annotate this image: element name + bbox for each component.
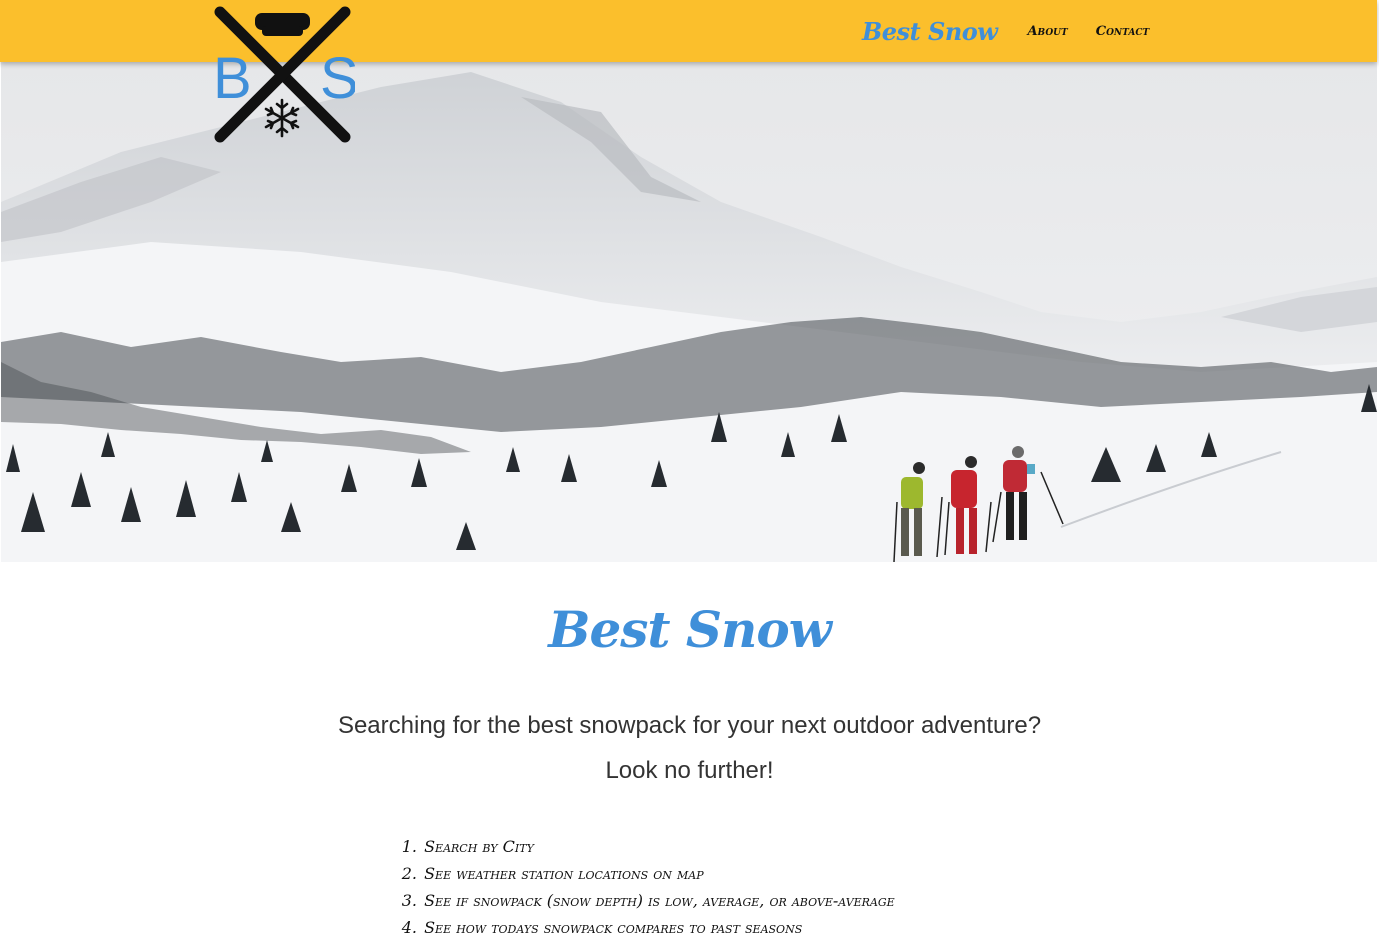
feature-item: 1. Search by City xyxy=(393,833,895,860)
feature-number: 4. xyxy=(401,918,417,937)
logo-letter-s: S xyxy=(320,46,355,111)
logo-letter-b: B xyxy=(213,46,252,111)
crossed-skis-logo-icon: B S xyxy=(213,6,359,143)
navbar: Best Snow About Contact xyxy=(0,0,1377,62)
logo[interactable]: B S xyxy=(210,4,359,144)
tagline-line-2: Look no further! xyxy=(605,757,774,784)
nav-link-contact[interactable]: Contact xyxy=(1096,24,1149,39)
feature-number: 2. xyxy=(401,864,417,883)
feature-number: 3. xyxy=(401,891,417,910)
main-content: Best Snow Searching for the best snowpac… xyxy=(0,562,1379,946)
feature-text: See how todays snowpack compares to past… xyxy=(424,918,803,937)
tagline-line-1: Searching for the best snowpack for your… xyxy=(337,712,1042,739)
feature-text: See weather station locations on map xyxy=(424,864,704,883)
nav-brand-link[interactable]: Best Snow xyxy=(862,17,998,46)
feature-text: See if snowpack (snow depth) is low, ave… xyxy=(424,891,895,910)
feature-text: Search by City xyxy=(424,837,534,856)
feature-number: 1. xyxy=(401,837,417,856)
hero-image xyxy=(1,62,1377,562)
snowy-mountain-scene-icon xyxy=(1,62,1377,562)
nav-links: Best Snow About Contact xyxy=(862,0,1177,62)
page: Best Snow About Contact B S Best Snow Se… xyxy=(0,0,1379,946)
feature-list: 1. Search by City 2. See weather station… xyxy=(393,833,895,941)
page-title: Best Snow xyxy=(548,600,832,659)
feature-item: 3. See if snowpack (snow depth) is low, … xyxy=(393,887,895,914)
feature-item: 2. See weather station locations on map xyxy=(393,860,895,887)
feature-item: 4. See how todays snowpack compares to p… xyxy=(393,914,895,941)
nav-link-about[interactable]: About xyxy=(1027,24,1067,39)
snowflake-icon xyxy=(264,98,300,138)
